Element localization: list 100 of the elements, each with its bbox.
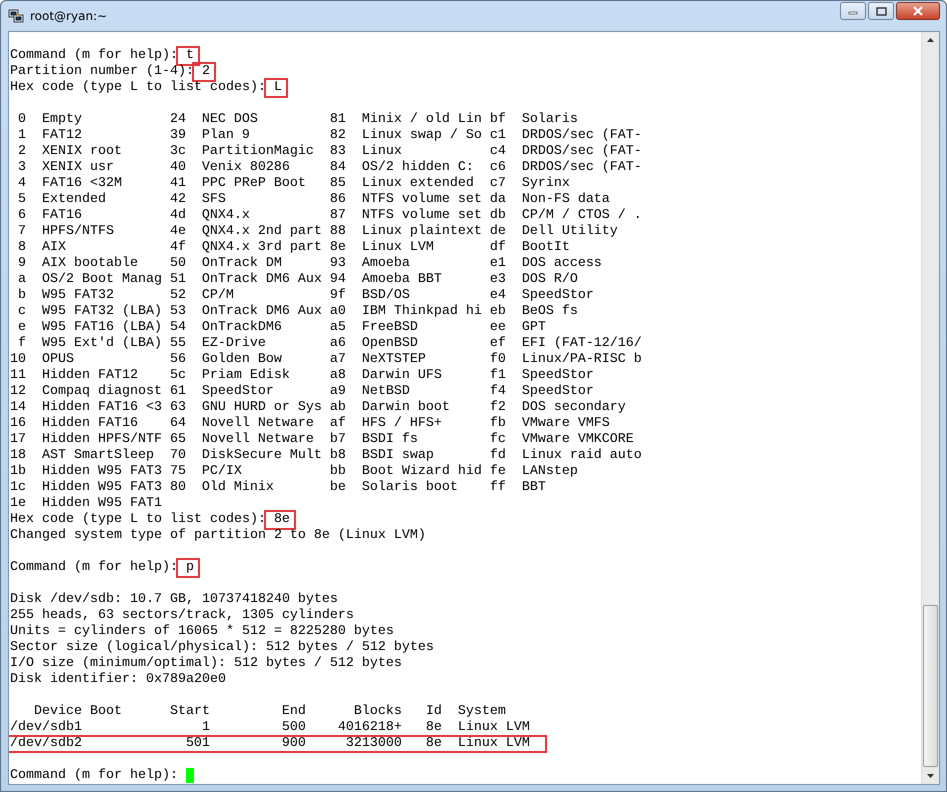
partition-type-code: a7 <box>330 352 346 368</box>
partition-type-code: 87 <box>330 208 346 224</box>
partition-type-code: a0 <box>330 304 346 320</box>
scroll-thumb[interactable] <box>923 605 938 767</box>
partition-type-code: 75 <box>170 464 186 480</box>
partition-type-code: 1b <box>10 464 26 480</box>
partition-type-name: Hidden FAT12 <box>42 368 138 384</box>
partition-type-code: bf <box>490 112 506 128</box>
partition-type-code: fc <box>490 432 506 448</box>
partition-type-code: a6 <box>330 336 346 352</box>
partition-type-code: 41 <box>170 176 186 192</box>
partition-type-name: GPT <box>522 320 546 336</box>
table-cell-text: 4016218+ <box>336 720 402 736</box>
partition-type-code: 9f <box>330 288 346 304</box>
partition-type-name: W95 FAT16 (LBA) <box>42 320 162 336</box>
partition-type-name: Amoeba BBT <box>362 272 442 288</box>
partition-type-code: 70 <box>170 448 186 464</box>
partition-type-name: EFI (FAT-12/16/ <box>522 336 642 352</box>
close-button[interactable] <box>896 2 940 20</box>
partition-type-code: 56 <box>170 352 186 368</box>
partition-type-name: NTFS volume set <box>362 192 482 208</box>
partition-type-name: XENIX usr <box>42 160 114 176</box>
partition-type-code: 2 <box>16 144 26 160</box>
partition-type-code: 40 <box>170 160 186 176</box>
partition-type-code: 64 <box>170 416 186 432</box>
partition-type-code: bb <box>330 464 346 480</box>
partition-type-name: Linux LVM <box>362 240 434 256</box>
partition-type-code: e3 <box>490 272 506 288</box>
partition-type-code: e4 <box>490 288 506 304</box>
partition-type-name: Linux/PA-RISC b <box>522 352 642 368</box>
partition-type-code: 17 <box>10 432 26 448</box>
partition-type-name: BSD/OS <box>362 288 410 304</box>
partition-type-name: Solaris <box>522 112 578 128</box>
partition-type-name: Minix / old Lin <box>362 112 482 128</box>
partition-type-name: W95 FAT32 (LBA) <box>42 304 162 320</box>
partition-type-name: Linux raid auto <box>522 448 642 464</box>
partition-type-code: f2 <box>490 400 506 416</box>
partition-type-name: PPC PReP Boot <box>202 176 306 192</box>
partition-type-name: FAT16 <32M <box>42 176 122 192</box>
partition-type-code: 7 <box>16 224 26 240</box>
partition-type-code: 3c <box>170 144 186 160</box>
partition-type-code: 54 <box>170 320 186 336</box>
table-cell-text: Linux LVM <box>458 720 531 736</box>
partition-type-code: 94 <box>330 272 346 288</box>
partition-type-code: b7 <box>330 432 346 448</box>
partition-type-name: Hidden W95 FAT1 <box>42 496 162 512</box>
partition-type-code: 16 <box>10 416 26 432</box>
table-cell-text: 3213000 <box>344 736 402 752</box>
partition-type-code: da <box>490 192 506 208</box>
partition-type-code: eb <box>490 304 506 320</box>
partition-type-code: f <box>16 336 26 352</box>
partition-type-code: 4 <box>16 176 26 192</box>
partition-type-code: a9 <box>330 384 346 400</box>
partition-type-code: c <box>16 304 26 320</box>
partition-type-code: 88 <box>330 224 346 240</box>
partition-type-code: fb <box>490 416 506 432</box>
partition-type-code: 1e <box>10 496 26 512</box>
partition-type-code: 11 <box>10 368 26 384</box>
table-cell-text: 900 <box>280 736 306 752</box>
maximize-button[interactable] <box>868 2 894 20</box>
partition-type-name: PC/IX <box>202 464 242 480</box>
partition-type-name: Empty <box>42 112 82 128</box>
partition-type-name: Hidden W95 FAT3 <box>42 464 162 480</box>
partition-type-code: fe <box>490 464 506 480</box>
partition-type-name: OnTrack DM <box>202 256 282 272</box>
partition-type-code: de <box>490 224 506 240</box>
table-cell-text: 500 <box>280 720 306 736</box>
partition-type-name: NetBSD <box>362 384 410 400</box>
partition-type-code: f0 <box>490 352 506 368</box>
partition-type-name: Novell Netware <box>202 432 314 448</box>
partition-type-code: e <box>16 320 26 336</box>
column-header: System <box>458 704 507 720</box>
partition-type-name: DRDOS/sec (FAT- <box>522 144 642 160</box>
partition-type-name: FreeBSD <box>362 320 418 336</box>
partition-type-code: 42 <box>170 192 186 208</box>
partition-type-name: HFS / HFS+ <box>362 416 442 432</box>
partition-type-name: CP/M <box>202 288 234 304</box>
partition-type-code: db <box>490 208 506 224</box>
partition-type-name: Golden Bow <box>202 352 282 368</box>
window-title: root@ryan:~ <box>30 9 108 23</box>
partition-type-code: c4 <box>490 144 506 160</box>
partition-type-name: OS/2 Boot Manag <box>42 272 162 288</box>
partition-type-code: c6 <box>490 160 506 176</box>
partition-type-name: Old Minix <box>202 480 274 496</box>
partition-type-name: EZ-Drive <box>202 336 266 352</box>
table-cell-text: Linux LVM <box>458 736 531 752</box>
partition-type-code: b <box>16 288 26 304</box>
partition-type-code: 1c <box>10 480 26 496</box>
minimize-button[interactable] <box>840 2 866 20</box>
partition-type-code: ff <box>490 480 506 496</box>
partition-type-code: ee <box>490 320 506 336</box>
partition-type-name: Hidden HPFS/NTF <box>42 432 162 448</box>
table-cell-text: 8e <box>424 720 443 736</box>
partition-type-name: BBT <box>522 480 546 496</box>
partition-type-name: QNX4.x 3rd part <box>202 240 322 256</box>
partition-type-code: a <box>16 272 26 288</box>
table-cell-text: 1 <box>200 720 210 736</box>
partition-type-name: Priam Edisk <box>202 368 290 384</box>
partition-type-code: f1 <box>490 368 506 384</box>
partition-type-code: 52 <box>170 288 186 304</box>
